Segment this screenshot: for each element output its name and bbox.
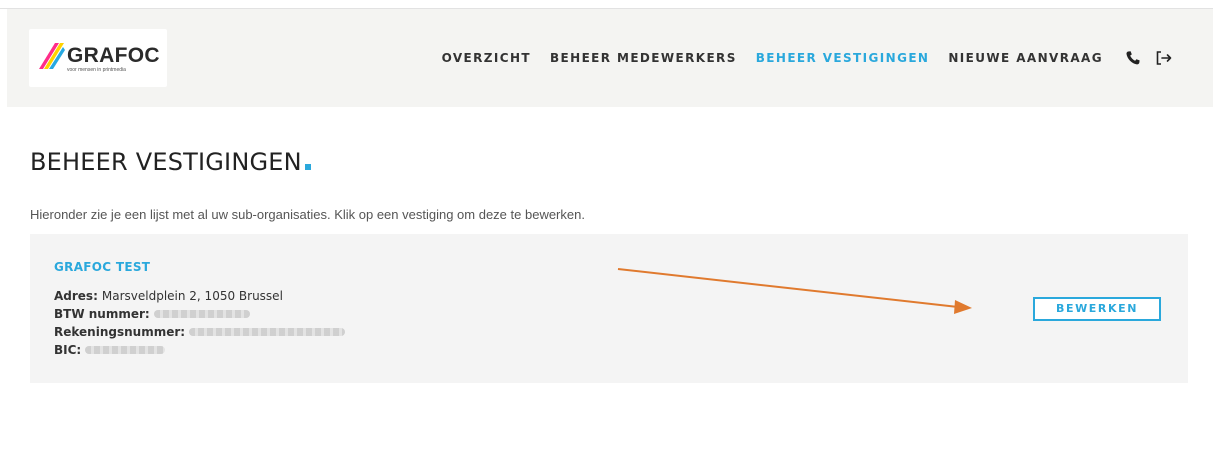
page-title: BEHEER VESTIGINGEN xyxy=(30,148,311,176)
nav-beheer-medewerkers[interactable]: BEHEER MEDEWERKERS xyxy=(550,51,737,65)
logout-icon[interactable] xyxy=(1155,50,1173,66)
address-value: Marsveldplein 2, 1050 Brussel xyxy=(101,289,283,303)
nav-nieuwe-aanvraag[interactable]: NIEUWE AANVRAAG xyxy=(948,51,1103,65)
grafoc-logo[interactable]: GRAFOC voor mensen in printmedia xyxy=(29,29,167,87)
logo-stripes-icon xyxy=(39,43,65,69)
rekening-row: Rekeningsnummer: xyxy=(54,325,346,339)
address-row: Adres: Marsveldplein 2, 1050 Brussel xyxy=(54,289,283,303)
site-header: GRAFOC voor mensen in printmedia OVERZIC… xyxy=(7,9,1213,107)
vestiging-name[interactable]: GRAFOC TEST xyxy=(54,260,150,274)
phone-icon[interactable] xyxy=(1125,50,1141,66)
btw-redacted-value xyxy=(153,310,250,318)
bic-redacted-value xyxy=(85,346,166,354)
vestiging-card[interactable]: GRAFOC TEST Adres: Marsveldplein 2, 1050… xyxy=(30,234,1188,383)
bic-row: BIC: xyxy=(54,343,166,357)
page-title-text: BEHEER VESTIGINGEN xyxy=(30,148,302,176)
bic-label: BIC: xyxy=(54,343,82,357)
rekening-label: Rekeningsnummer: xyxy=(54,325,186,339)
logo-text: GRAFOC xyxy=(67,44,160,67)
edit-button[interactable]: BEWERKEN xyxy=(1033,297,1161,321)
main-nav: OVERZICHT BEHEER MEDEWERKERS BEHEER VEST… xyxy=(423,9,1173,107)
btw-row: BTW nummer: xyxy=(54,307,250,321)
nav-beheer-vestigingen[interactable]: BEHEER VESTIGINGEN xyxy=(756,51,930,65)
rekening-redacted-value xyxy=(189,328,346,336)
address-label: Adres: xyxy=(54,289,98,303)
btw-label: BTW nummer: xyxy=(54,307,150,321)
nav-overzicht[interactable]: OVERZICHT xyxy=(442,51,531,65)
title-accent-dot xyxy=(304,164,311,170)
logo-subtext: voor mensen in printmedia xyxy=(67,67,126,73)
page-intro: Hieronder zie je een lijst met al uw sub… xyxy=(30,207,585,222)
